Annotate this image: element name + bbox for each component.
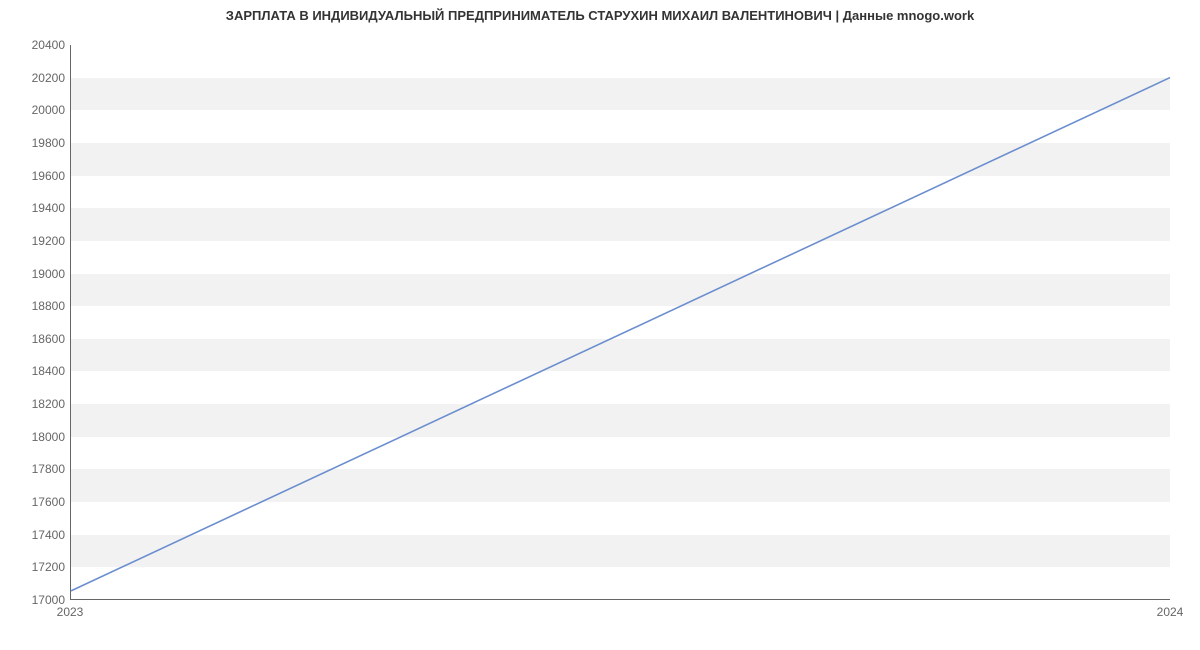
y-tick-label: 19800 — [5, 136, 65, 150]
y-tick-label: 20200 — [5, 71, 65, 85]
x-tick-label: 2024 — [1157, 605, 1184, 619]
y-tick-label: 18000 — [5, 430, 65, 444]
y-tick-label: 18400 — [5, 364, 65, 378]
chart-container: ЗАРПЛАТА В ИНДИВИДУАЛЬНЫЙ ПРЕДПРИНИМАТЕЛ… — [0, 0, 1200, 650]
y-tick-label: 17800 — [5, 462, 65, 476]
y-tick-label: 17400 — [5, 528, 65, 542]
y-tick-label: 18200 — [5, 397, 65, 411]
line-series — [71, 45, 1170, 599]
y-tick-label: 19600 — [5, 169, 65, 183]
y-tick-label: 18600 — [5, 332, 65, 346]
y-tick-label: 17600 — [5, 495, 65, 509]
y-tick-label: 20400 — [5, 38, 65, 52]
x-tick-label: 2023 — [57, 605, 84, 619]
chart-title: ЗАРПЛАТА В ИНДИВИДУАЛЬНЫЙ ПРЕДПРИНИМАТЕЛ… — [0, 8, 1200, 23]
y-tick-label: 19200 — [5, 234, 65, 248]
y-tick-label: 19400 — [5, 201, 65, 215]
series-line — [71, 78, 1170, 591]
plot-area — [70, 45, 1170, 600]
y-tick-label: 18800 — [5, 299, 65, 313]
y-tick-label: 20000 — [5, 103, 65, 117]
y-tick-label: 17200 — [5, 560, 65, 574]
y-tick-label: 19000 — [5, 267, 65, 281]
